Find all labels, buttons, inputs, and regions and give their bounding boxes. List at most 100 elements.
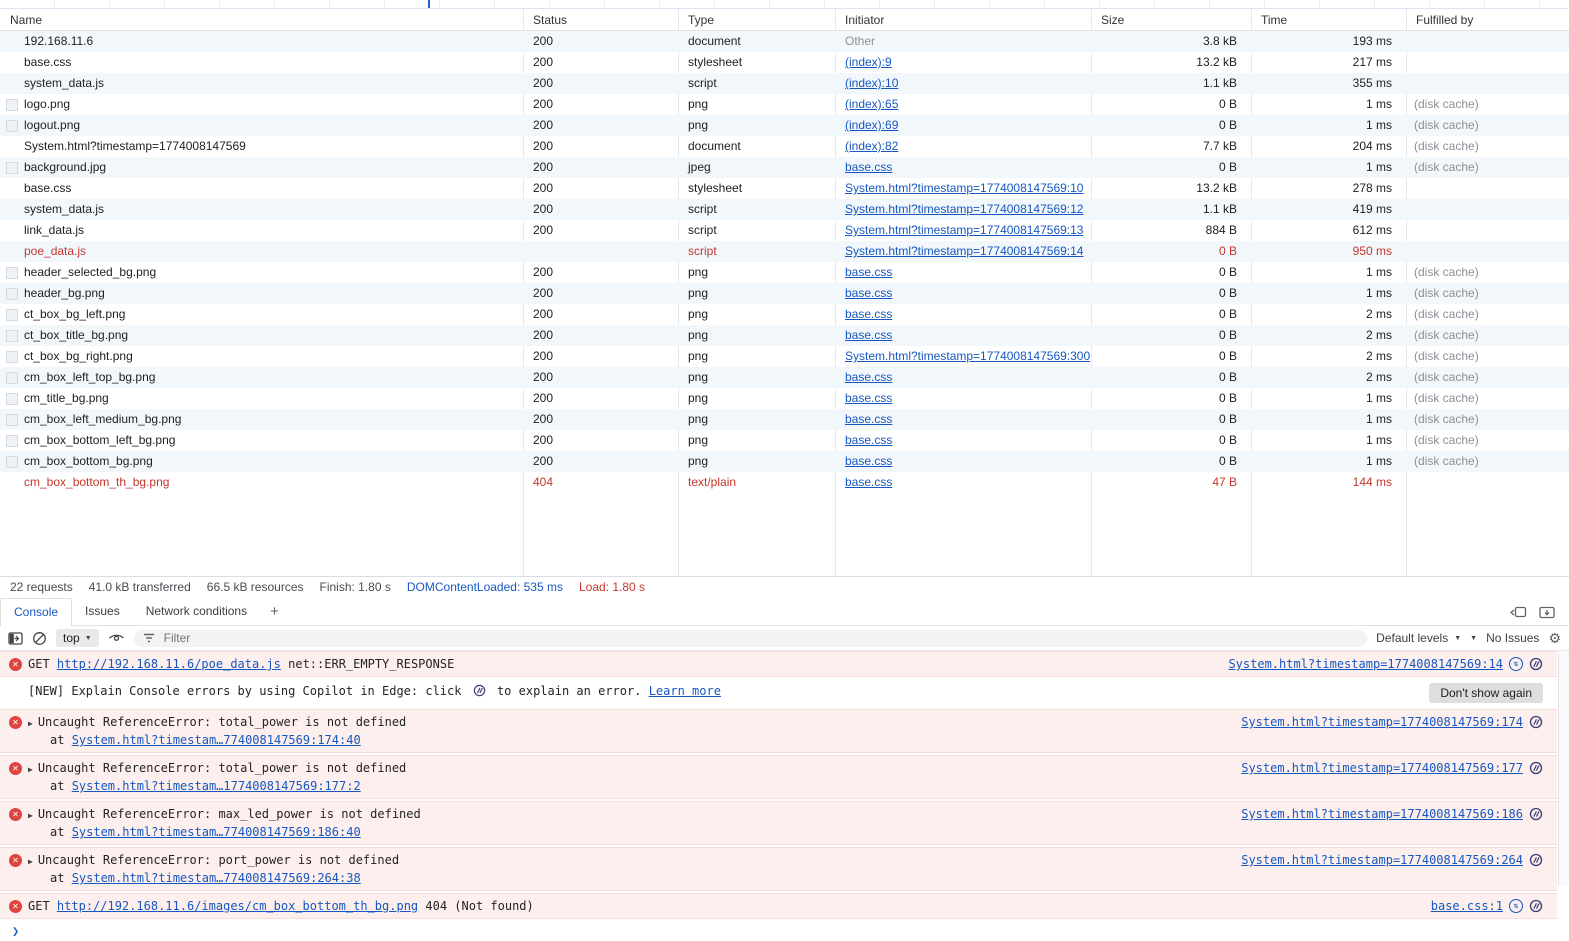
request-initiator[interactable]: base.css [845, 391, 892, 405]
gear-icon[interactable]: ⚙ [1548, 631, 1561, 645]
request-initiator[interactable]: (index):69 [845, 118, 898, 132]
network-request-row[interactable]: system_data.js 200 script System.html?ti… [0, 199, 1569, 220]
request-initiator[interactable]: System.html?timestamp=1774008147569:14 [845, 244, 1083, 258]
request-initiator[interactable]: base.css [845, 160, 892, 174]
source-link[interactable]: base.css:1 [1431, 898, 1503, 914]
request-initiator[interactable]: base.css [845, 307, 892, 321]
tab-network-conditions[interactable]: Network conditions [133, 598, 260, 625]
request-initiator[interactable]: System.html?timestamp=1774008147569:300 [845, 349, 1090, 363]
source-link[interactable]: System.html?timestamp=1774008147569:186 [1241, 806, 1523, 822]
expand-icon[interactable]: ▶ [28, 857, 33, 866]
live-expression-eye-icon[interactable] [108, 632, 125, 644]
expand-icon[interactable]: ▶ [28, 765, 33, 774]
network-request-row[interactable]: cm_box_bottom_left_bg.png 200 png base.c… [0, 430, 1569, 451]
console-prompt[interactable]: ❯ [0, 921, 1557, 941]
request-url-link[interactable]: http://192.168.11.6/images/cm_box_bottom… [57, 899, 418, 913]
copilot-icon[interactable] [1529, 899, 1543, 913]
copilot-icon[interactable] [1529, 853, 1543, 867]
stack-location-link[interactable]: System.html?timestam…1774008147569:177:2 [72, 779, 361, 793]
tab-issues[interactable]: Issues [72, 598, 133, 625]
stack-location-link[interactable]: System.html?timestam…774008147569:186:40 [72, 825, 361, 839]
request-initiator[interactable]: (index):10 [845, 76, 898, 90]
request-type: document [688, 139, 741, 153]
tab-console[interactable]: Console [0, 598, 73, 626]
copilot-icon[interactable] [1529, 715, 1543, 729]
copilot-icon[interactable] [1529, 657, 1543, 671]
console-sidebar-icon[interactable] [8, 631, 23, 645]
expand-icon[interactable]: ▶ [28, 719, 33, 728]
learn-more-link[interactable]: Learn more [649, 684, 721, 698]
column-header-status[interactable]: Status [523, 9, 678, 30]
dont-show-again-button[interactable]: Don't show again [1429, 683, 1543, 703]
network-request-row[interactable]: cm_title_bg.png 200 png base.css 0 B 1 m… [0, 388, 1569, 409]
file-icon [6, 225, 18, 237]
network-request-row[interactable]: logo.png 200 png (index):65 0 B 1 ms (di… [0, 94, 1569, 115]
column-header-fulfilled-by[interactable]: Fulfilled by [1406, 9, 1569, 30]
network-request-row[interactable]: 192.168.11.6 200 document Other 3.8 kB 1… [0, 31, 1569, 52]
source-link[interactable]: System.html?timestamp=1774008147569:177 [1241, 760, 1523, 776]
filter-input[interactable] [161, 630, 1359, 646]
network-request-row[interactable]: poe_data.js script System.html?timestamp… [0, 241, 1569, 262]
network-request-row[interactable]: link_data.js 200 script System.html?time… [0, 220, 1569, 241]
network-request-row[interactable]: base.css 200 stylesheet (index):9 13.2 k… [0, 52, 1569, 73]
default-levels-dropdown[interactable]: Default levels ▼ [1376, 631, 1461, 645]
error-icon: ✕ [9, 808, 22, 821]
stack-location-link[interactable]: System.html?timestam…774008147569:174:40 [72, 733, 361, 747]
request-initiator[interactable]: System.html?timestamp=1774008147569:12 [845, 202, 1083, 216]
request-initiator[interactable]: base.css [845, 286, 892, 300]
network-request-row[interactable]: System.html?timestamp=1774008147569 200 … [0, 136, 1569, 157]
request-initiator[interactable]: base.css [845, 328, 892, 342]
column-header-type[interactable]: Type [678, 9, 835, 30]
add-tab-icon[interactable]: + [260, 599, 289, 625]
context-selector[interactable]: top ▼ [56, 629, 99, 647]
network-request-row[interactable]: background.jpg 200 jpeg base.css 0 B 1 m… [0, 157, 1569, 178]
column-header-size[interactable]: Size [1091, 9, 1251, 30]
network-request-row[interactable]: ct_box_bg_left.png 200 png base.css 0 B … [0, 304, 1569, 325]
dock-drawer-icon[interactable] [1539, 606, 1555, 619]
request-initiator[interactable]: (index):65 [845, 97, 898, 111]
request-initiator[interactable]: base.css [845, 475, 892, 489]
request-url-link[interactable]: http://192.168.11.6/poe_data.js [57, 657, 281, 671]
network-request-row[interactable]: header_bg.png 200 png base.css 0 B 1 ms … [0, 283, 1569, 304]
column-header-name[interactable]: Name [0, 9, 523, 30]
copilot-icon[interactable] [1529, 761, 1543, 775]
request-initiator[interactable]: base.css [845, 433, 892, 447]
console-filter-field[interactable] [133, 629, 1368, 647]
column-header-initiator[interactable]: Initiator [835, 9, 1091, 30]
source-link[interactable]: System.html?timestamp=1774008147569:14 [1228, 656, 1503, 672]
network-request-row[interactable]: header_selected_bg.png 200 png base.css … [0, 262, 1569, 283]
request-initiator[interactable]: System.html?timestamp=1774008147569:10 [845, 181, 1083, 195]
request-initiator[interactable]: (index):9 [845, 55, 892, 69]
request-initiator[interactable]: (index):82 [845, 139, 898, 153]
copilot-icon[interactable] [1529, 807, 1543, 821]
network-overview-strip[interactable] [0, 0, 1569, 9]
show-request-icon[interactable]: ⇅ [1509, 657, 1523, 671]
network-request-row[interactable]: system_data.js 200 script (index):10 1.1… [0, 73, 1569, 94]
show-request-icon[interactable]: ⇅ [1509, 899, 1523, 913]
network-request-row[interactable]: logout.png 200 png (index):69 0 B 1 ms (… [0, 115, 1569, 136]
network-request-row[interactable]: base.css 200 stylesheet System.html?time… [0, 178, 1569, 199]
column-header-time[interactable]: Time [1251, 9, 1406, 30]
network-request-row[interactable]: cm_box_left_medium_bg.png 200 png base.c… [0, 409, 1569, 430]
console-scrollbar[interactable] [1558, 651, 1569, 886]
network-request-row[interactable]: cm_box_bottom_bg.png 200 png base.css 0 … [0, 451, 1569, 472]
network-request-row[interactable]: ct_box_bg_right.png 200 png System.html?… [0, 346, 1569, 367]
source-link[interactable]: System.html?timestamp=1774008147569:174 [1241, 714, 1523, 730]
expand-icon[interactable]: ▶ [28, 811, 33, 820]
network-request-row[interactable]: cm_box_bottom_th_bg.png 404 text/plain b… [0, 472, 1569, 493]
request-initiator[interactable]: base.css [845, 412, 892, 426]
stack-location-link[interactable]: System.html?timestam…774008147569:264:38 [72, 871, 361, 885]
request-initiator[interactable]: base.css [845, 370, 892, 384]
source-link[interactable]: System.html?timestamp=1774008147569:264 [1241, 852, 1523, 868]
request-initiator[interactable]: base.css [845, 454, 892, 468]
request-type: script [688, 244, 717, 258]
request-time: 419 ms [1352, 202, 1392, 216]
network-request-row[interactable]: cm_box_left_top_bg.png 200 png base.css … [0, 367, 1569, 388]
chevron-down-icon[interactable]: ▼ [1470, 635, 1477, 642]
request-initiator[interactable]: base.css [845, 265, 892, 279]
issues-counter[interactable]: No Issues [1486, 631, 1539, 645]
move-panel-icon[interactable] [1510, 606, 1527, 619]
clear-console-icon[interactable] [32, 631, 47, 646]
network-request-row[interactable]: ct_box_title_bg.png 200 png base.css 0 B… [0, 325, 1569, 346]
request-initiator[interactable]: System.html?timestamp=1774008147569:13 [845, 223, 1083, 237]
